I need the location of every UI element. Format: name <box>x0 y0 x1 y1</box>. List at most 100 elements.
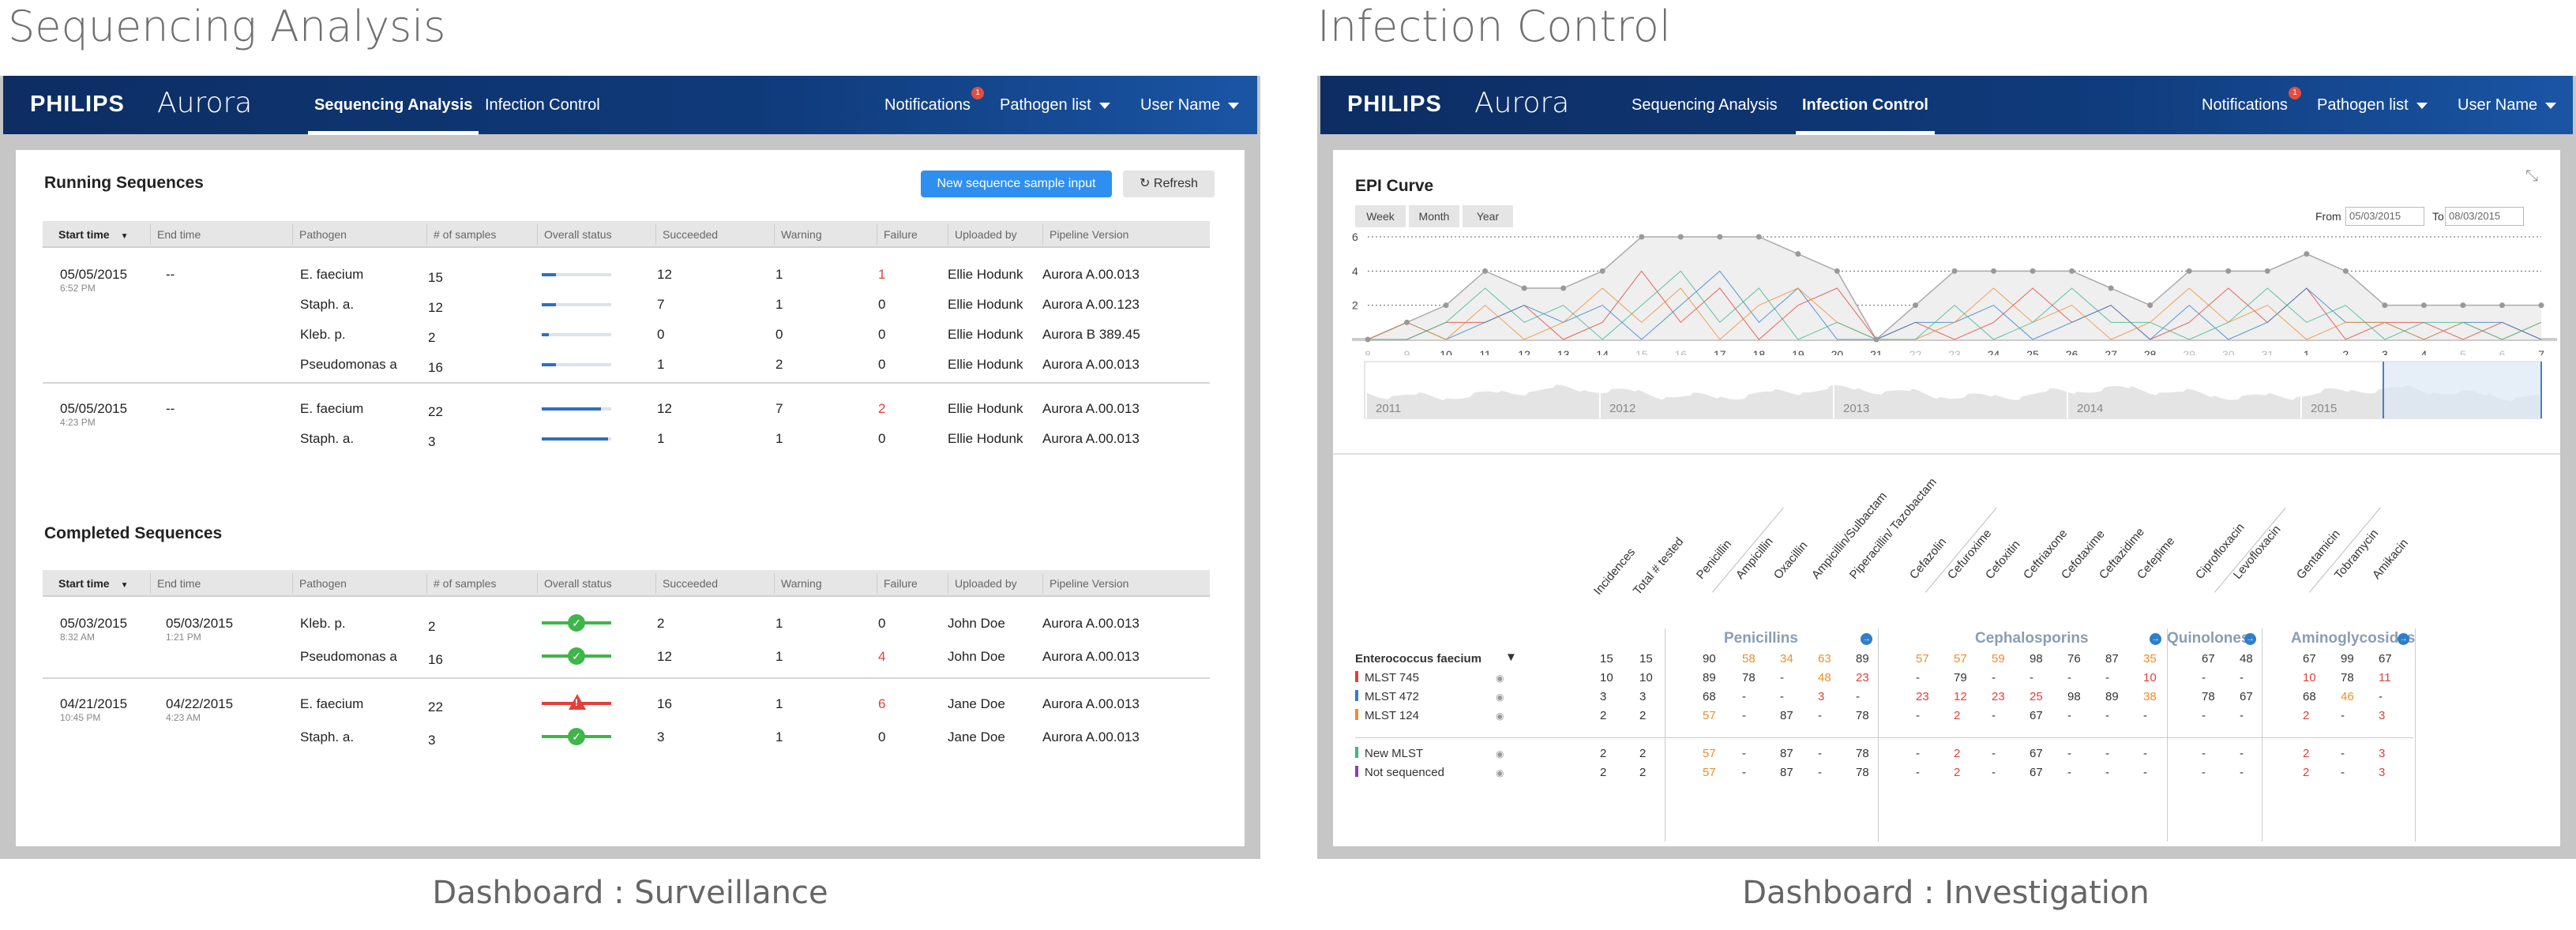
visibility-eye-icon[interactable]: ◉ <box>1496 673 1504 684</box>
check-icon: ✓ <box>568 614 585 632</box>
data-point <box>2342 268 2349 274</box>
succeeded-count: 0 <box>657 327 665 342</box>
right-page-title: Infection Control <box>1317 2 1671 51</box>
expand-group-icon[interactable]: → <box>1861 633 1872 645</box>
mlst-color-bar <box>1355 690 1358 701</box>
resistance-value: - <box>2202 671 2206 684</box>
check-icon: ✓ <box>568 728 585 745</box>
succeeded-count: 7 <box>657 297 665 312</box>
visibility-eye-icon[interactable]: ◉ <box>1496 711 1504 722</box>
new-sequence-button[interactable]: New sequence sample input <box>921 171 1112 197</box>
x-tick-label: 4 <box>2421 348 2428 355</box>
year-toggle[interactable]: Year <box>1463 205 1513 227</box>
user-menu-dropdown[interactable]: User Name <box>1140 96 1240 114</box>
tab-sequencing-analysis[interactable]: Sequencing Analysis <box>308 96 479 135</box>
y-tick-label: 2 <box>1352 299 1358 312</box>
column-header: Pathogen <box>292 224 347 245</box>
sample-count: 2 <box>428 619 436 634</box>
resistance-value: - <box>2105 671 2109 684</box>
resistance-value: - <box>2240 747 2244 760</box>
column-header[interactable]: Start time ▼ <box>43 573 128 594</box>
start-date: 05/05/2015 <box>60 401 128 416</box>
antibiotic-header: Amikacin <box>2369 536 2412 582</box>
month-toggle[interactable]: Month <box>1409 205 1459 227</box>
expand-group-icon[interactable]: → <box>2398 633 2409 645</box>
resistance-value: - <box>2105 709 2109 722</box>
resistance-value: 67 <box>2379 652 2392 666</box>
resistance-value: - <box>2202 747 2206 760</box>
visibility-eye-icon[interactable]: ◉ <box>1496 748 1504 759</box>
expand-group-icon[interactable]: → <box>2244 633 2256 645</box>
uploaded-by: Ellie Hodunk <box>948 297 1023 312</box>
chevron-down-icon <box>1098 102 1110 109</box>
from-label: From <box>2315 210 2341 223</box>
group-column-line <box>1878 628 1879 842</box>
start-date: 04/21/2015 <box>60 696 128 711</box>
pathogen-name: Staph. a. <box>300 729 355 744</box>
timeline-navigator[interactable]: 2011 2012 2013 2014 2015 <box>1333 355 2560 426</box>
organism-dropdown[interactable]: Enterococcus faecium <box>1355 652 1481 666</box>
week-toggle[interactable]: Week <box>1355 205 1406 227</box>
resistance-value: 2 <box>1639 747 1647 760</box>
resistance-value: - <box>2341 766 2345 779</box>
tab-label: Sequencing Analysis <box>314 96 473 114</box>
resistance-value: 2 <box>2303 766 2310 779</box>
user-menu-dropdown[interactable]: User Name <box>2458 96 2557 114</box>
group-header: Penicillins <box>1724 630 1798 647</box>
resistance-value: 10 <box>1600 671 1613 684</box>
table-header: Start time ▼ End time Pathogen # of samples O… <box>43 221 1210 248</box>
resistance-value: 2 <box>2303 747 2310 760</box>
warning-count: 2 <box>775 357 783 372</box>
resistance-value: 3 <box>2379 747 2386 760</box>
resistance-value: - <box>1742 690 1746 703</box>
notification-badge: 1 <box>2289 87 2301 99</box>
notifications-button[interactable]: Notifications 1 <box>2202 87 2301 114</box>
tab-infection-control[interactable]: Infection Control <box>485 96 600 114</box>
progress-fill <box>542 273 556 276</box>
end-time: 4:23 AM <box>166 712 201 723</box>
resistance-value: 67 <box>2303 652 2316 666</box>
pathogen-list-dropdown[interactable]: Pathogen list <box>1000 96 1110 114</box>
progress-fill <box>542 437 608 441</box>
notifications-button[interactable]: Notifications 1 <box>884 87 984 114</box>
succeeded-count: 2 <box>657 616 665 631</box>
start-time: 4:23 PM <box>60 417 96 428</box>
column-header: End time <box>150 224 201 245</box>
antibiotic-header: Total # tested <box>1630 534 1687 598</box>
to-date-input[interactable]: 08/03/2015 <box>2445 207 2524 226</box>
resistance-value: 15 <box>1639 652 1653 666</box>
resistance-value: 3 <box>2379 709 2386 722</box>
warning-count: 0 <box>775 327 783 342</box>
data-point <box>1560 285 1567 291</box>
resistance-value: 46 <box>2341 690 2354 703</box>
tab-sequencing-analysis[interactable]: Sequencing Analysis <box>1632 96 1778 114</box>
x-tick-label: 26 <box>2066 348 2078 355</box>
chevron-down-icon[interactable]: ▼ <box>1505 651 1517 664</box>
expand-group-icon[interactable]: → <box>2150 633 2161 645</box>
mlst-color-bar <box>1355 747 1358 758</box>
resistance-value: - <box>2067 671 2071 684</box>
x-tick-label: 3 <box>2382 348 2388 355</box>
collapse-icon[interactable]: ⤡ <box>2525 167 2538 186</box>
refresh-button[interactable]: ↻ Refresh <box>1123 171 1215 197</box>
pathogen-list-dropdown[interactable]: Pathogen list <box>2317 96 2428 114</box>
sort-arrow-icon: ▼ <box>120 232 129 241</box>
x-tick-label: 18 <box>1753 348 1766 355</box>
tab-infection-control[interactable]: Infection Control <box>1796 96 1935 135</box>
resistance-value: - <box>2067 766 2071 779</box>
active-tab-underline <box>1796 131 1935 135</box>
x-tick-label: 10 <box>1440 348 1452 355</box>
column-header[interactable]: Start time ▼ <box>43 224 128 245</box>
epi-curve-chart: 2468 9 10 11 12 13 14 15 16 17 18 19 20 21 22 23 24 25 26 2… <box>1352 231 2557 355</box>
progress-fill <box>542 363 556 366</box>
x-tick-label: 8 <box>1365 348 1371 355</box>
visibility-eye-icon[interactable]: ◉ <box>1496 767 1504 778</box>
x-tick-label: 29 <box>2183 348 2195 355</box>
from-date-input[interactable]: 05/03/2015 <box>2345 207 2424 226</box>
uploaded-by: Ellie Hodunk <box>948 327 1023 342</box>
resistance-value: 68 <box>1703 690 1716 703</box>
resistance-value: 2 <box>1600 747 1607 760</box>
surveillance-window: PHILIPS Aurora Sequencing Analysis Infec… <box>0 76 1260 859</box>
year-label: 2014 <box>2077 402 2103 415</box>
visibility-eye-icon[interactable]: ◉ <box>1496 692 1504 703</box>
